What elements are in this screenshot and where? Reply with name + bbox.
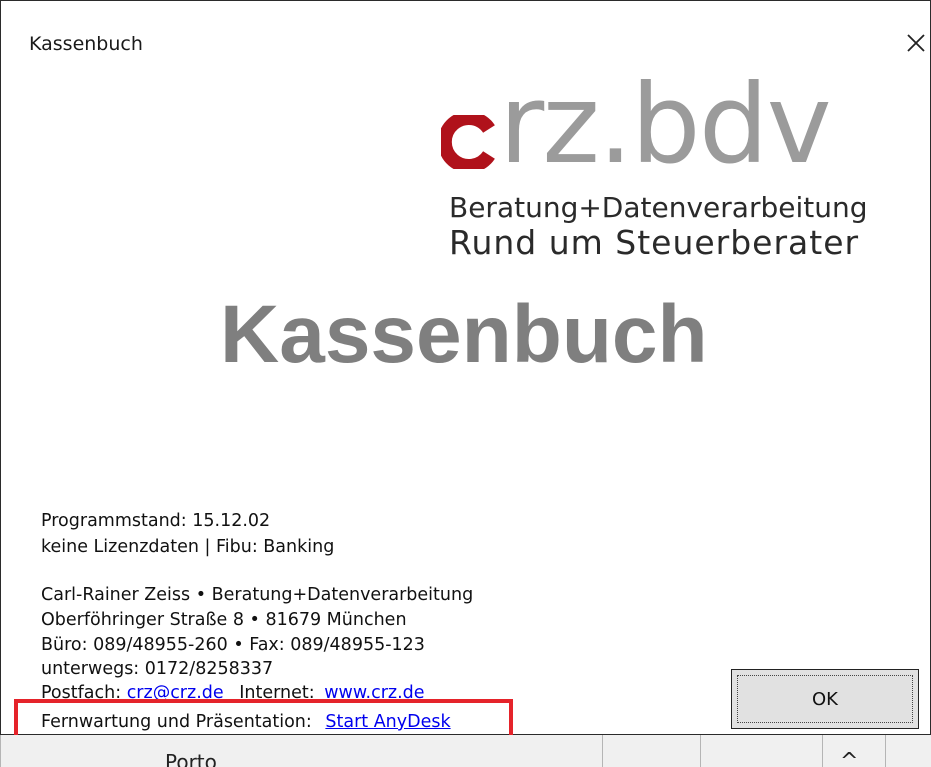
logo-tagline-1: Beratung+Datenverarbeitung (449, 191, 868, 224)
background-table-header (0, 735, 931, 767)
programmstand-text: Programmstand: 15.12.02 (41, 511, 271, 531)
about-dialog: Kassenbuch rz.bdv Beratung+Datenverarbei… (0, 0, 931, 735)
product-title: Kassenbuch (220, 289, 708, 380)
bullet: • (249, 610, 260, 630)
logo-wordmark: rz.bdv (499, 79, 832, 188)
dialog-title: Kassenbuch (29, 33, 143, 55)
column-divider (0, 735, 1, 767)
mobile-phone: unterwegs: 0172/8258337 (41, 659, 274, 679)
column-divider (602, 735, 603, 767)
company-name: Carl-Rainer Zeiss (41, 585, 191, 605)
crz-logo: rz.bdv Beratung+Datenverarbeitung Rund u… (441, 79, 931, 279)
address-line-1: Carl-Rainer Zeiss • Beratung+Datenverarb… (41, 583, 473, 607)
company-subtitle: Beratung+Datenverarbeitung (211, 585, 474, 605)
license-text: keine Lizenzdaten | Fibu: Banking (41, 537, 335, 557)
fax: Fax: 089/48955-123 (249, 635, 425, 655)
office-phone: Büro: 089/48955-260 (41, 635, 228, 655)
close-icon (906, 34, 925, 52)
column-divider (822, 735, 823, 767)
street: Oberföhringer Straße 8 (41, 610, 244, 630)
background-column-label: Porto (165, 750, 217, 767)
sort-caret-icon: ^ (840, 749, 859, 767)
ok-button[interactable]: OK (731, 669, 919, 729)
address-line-3: Büro: 089/48955-260 • Fax: 089/48955-123 (41, 633, 425, 657)
close-button[interactable] (899, 25, 931, 61)
bullet: • (233, 635, 244, 655)
bullet: • (195, 585, 207, 605)
column-divider (885, 735, 886, 767)
city: 81679 München (265, 610, 407, 630)
logo-c-mark (441, 115, 495, 169)
logo-tagline-2: Rund um Steuerberater (449, 223, 860, 262)
column-divider (700, 735, 701, 767)
address-line-2: Oberföhringer Straße 8 • 81679 München (41, 608, 407, 632)
